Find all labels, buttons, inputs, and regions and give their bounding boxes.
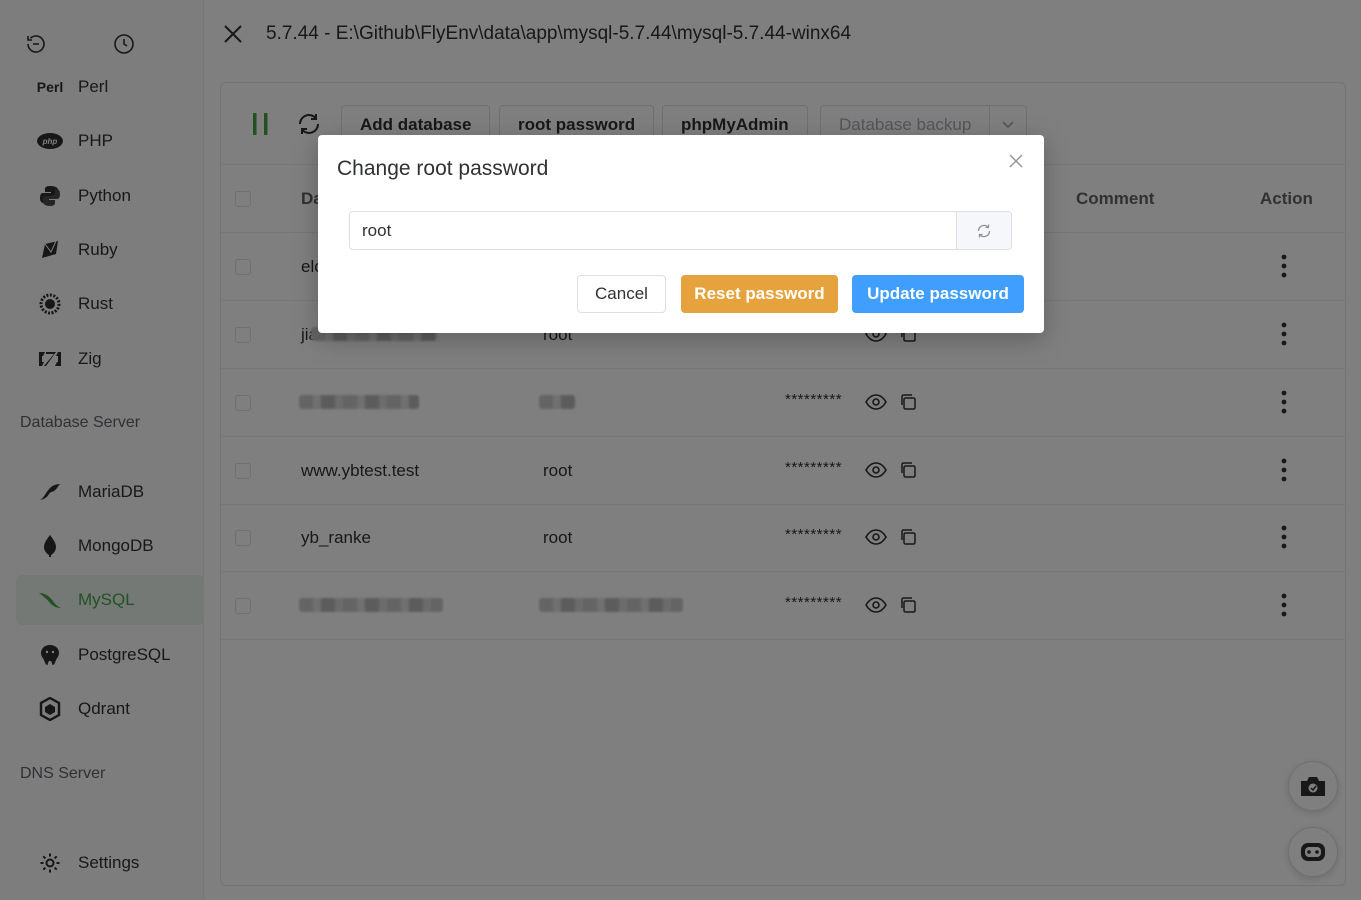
refresh-icon <box>977 224 991 237</box>
password-field <box>349 211 1012 250</box>
dialog-title: Change root password <box>337 157 549 180</box>
change-root-password-dialog: Change root password Cancel Reset passwo… <box>318 135 1044 333</box>
generate-password-button[interactable] <box>956 212 1011 249</box>
close-icon[interactable] <box>1008 153 1024 169</box>
cancel-button[interactable]: Cancel <box>577 275 666 313</box>
update-password-button[interactable]: Update password <box>852 275 1024 313</box>
reset-password-button[interactable]: Reset password <box>681 275 838 313</box>
password-input[interactable] <box>350 212 956 249</box>
